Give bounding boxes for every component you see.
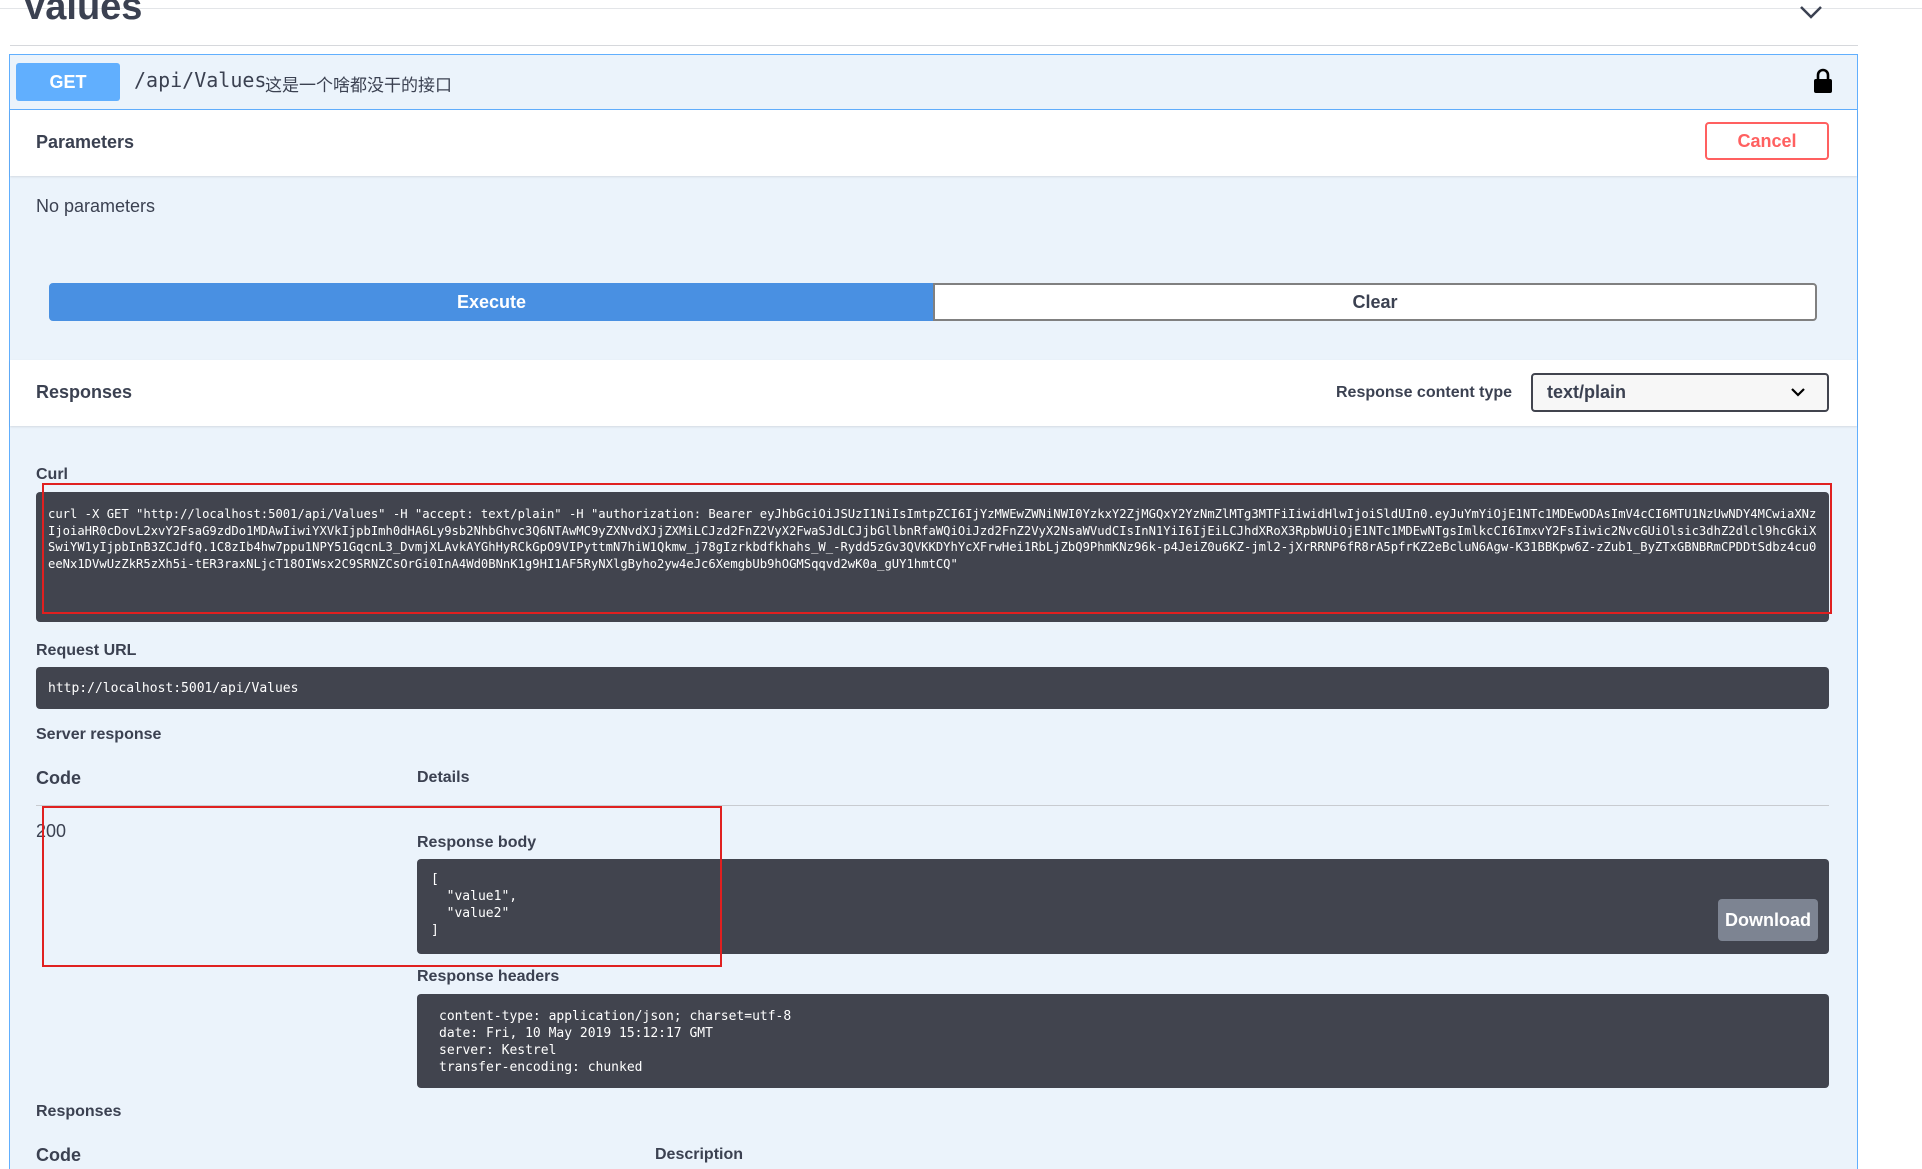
- server-response-label: Server response: [36, 726, 162, 743]
- lock-icon[interactable]: [1813, 68, 1833, 94]
- execute-button[interactable]: Execute: [49, 283, 934, 321]
- details-column-header: Details: [417, 769, 470, 786]
- responses-title: Responses: [36, 382, 133, 402]
- request-url-value[interactable]: http://localhost:5001/api/Values: [36, 667, 1829, 709]
- code-column-header: Code: [36, 768, 81, 788]
- operation-path: /api/Values: [134, 68, 267, 92]
- chevron-down-icon[interactable]: [1798, 2, 1824, 22]
- no-parameters-text: No parameters: [36, 196, 156, 216]
- chevron-down-icon: [1791, 388, 1805, 397]
- responses-description-header: Description: [655, 1146, 744, 1163]
- response-content-type-select[interactable]: text/plain: [1531, 373, 1829, 412]
- response-content-type-value: text/plain: [1547, 382, 1627, 402]
- response-content-type-label: Response content type: [1336, 384, 1513, 401]
- top-divider: [0, 8, 1922, 9]
- parameters-title: Parameters: [36, 132, 135, 152]
- responses-table-label: Responses: [36, 1103, 122, 1120]
- response-headers[interactable]: content-type: application/json; charset=…: [417, 994, 1829, 1088]
- parameters-header: [10, 110, 1857, 176]
- request-url-text: http://localhost:5001/api/Values: [48, 680, 299, 696]
- annotation-box-response: [42, 806, 722, 967]
- clear-button[interactable]: Clear: [933, 283, 1817, 321]
- operation-description: 这是一个啥都没干的接口: [265, 76, 452, 95]
- responses-code-header: Code: [36, 1145, 81, 1165]
- section-title: Values: [22, 0, 143, 28]
- annotation-box-curl: [42, 483, 1832, 614]
- section-divider: [10, 45, 1858, 46]
- method-badge: GET: [16, 63, 120, 101]
- download-button[interactable]: Download: [1718, 899, 1818, 941]
- request-url-label: Request URL: [36, 642, 137, 659]
- cancel-button[interactable]: Cancel: [1705, 122, 1829, 160]
- response-headers-label: Response headers: [417, 968, 560, 985]
- curl-label: Curl: [36, 466, 68, 483]
